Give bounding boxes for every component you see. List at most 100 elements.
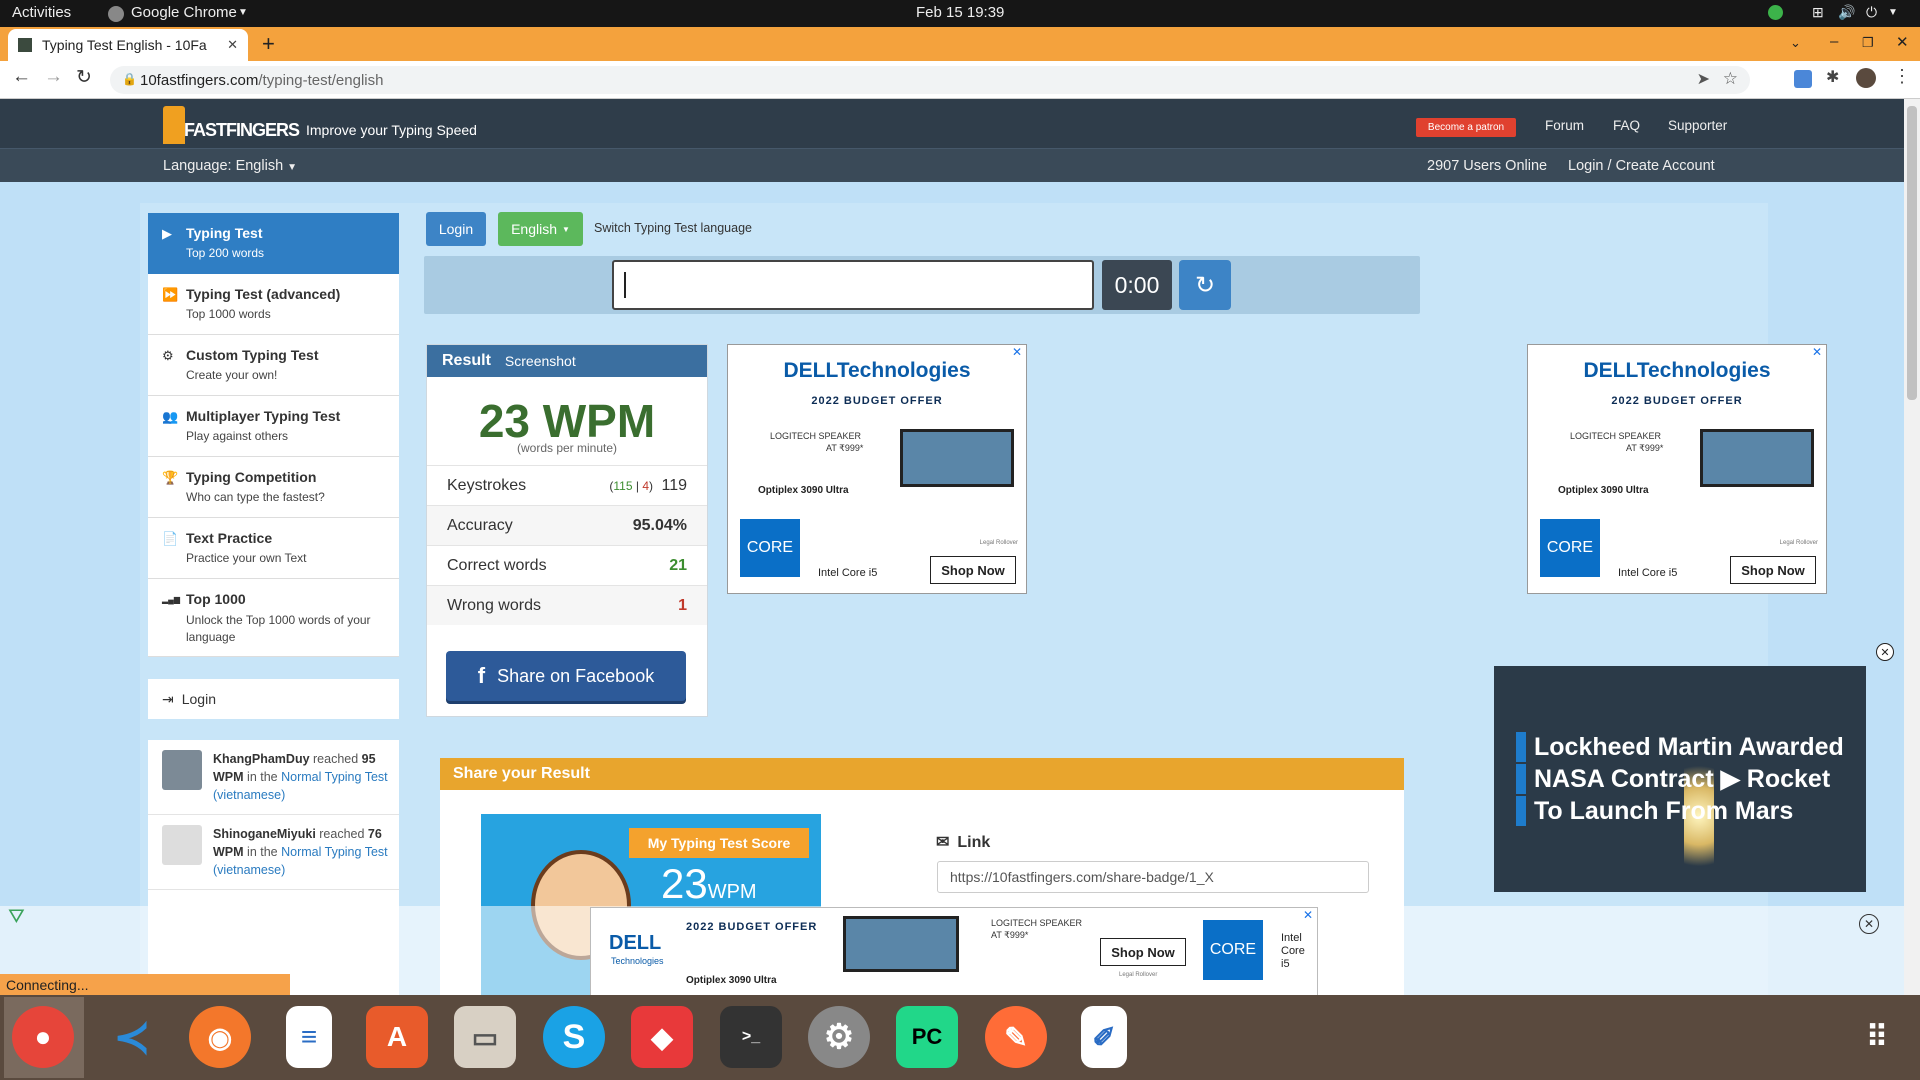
sticky-ad-close-icon[interactable]: ✕ (1859, 914, 1879, 934)
video-close-icon[interactable]: ✕ (1876, 643, 1894, 661)
dell-ad-1[interactable]: DELLTechnologies 2022 BUDGET OFFER LOGIT… (727, 344, 1027, 594)
envelope-icon: ✉ (936, 834, 950, 851)
show-apps-icon[interactable]: ⠿ (1846, 1006, 1908, 1068)
restore-icon[interactable]: ❐ (1862, 35, 1874, 51)
pycharm-dock-icon[interactable]: PC (896, 1006, 958, 1068)
settings-dock-icon[interactable]: ⚙ (808, 1006, 870, 1068)
nav-faq[interactable]: FAQ (1613, 118, 1640, 133)
correct-words-row: Correct words 21 (427, 545, 707, 585)
bookmark-star-icon[interactable]: ☆ (1723, 69, 1738, 89)
browser-tab[interactable]: Typing Test English - 10Fa ✕ (8, 29, 248, 61)
vscode-dock-icon[interactable]: ≺ (101, 1006, 163, 1068)
bottom-ad-close-icon[interactable]: ✕ (1303, 908, 1313, 922)
app-menu[interactable]: Google Chrome (131, 4, 237, 21)
forward-icon[interactable]: → (44, 66, 63, 88)
login-create-link[interactable]: Login / Create Account (1568, 158, 1715, 174)
language-menu[interactable]: Language: English ▼ (163, 158, 297, 174)
files-dock-icon[interactable]: ▭ (454, 1006, 516, 1068)
terminal-dock-icon[interactable]: >_ (720, 1006, 782, 1068)
send-icon[interactable]: ➤ (1697, 69, 1710, 89)
skype-dock-icon[interactable]: S (543, 1006, 605, 1068)
writer-dock-icon[interactable]: ≡ (286, 1006, 332, 1068)
sidebar-item-typing-test[interactable]: ▶ Typing Test Top 200 words (148, 213, 399, 274)
nav-forum[interactable]: Forum (1545, 118, 1584, 133)
bottom-sticky-ad[interactable]: DELL Technologies 2022 BUDGET OFFER Opti… (590, 907, 1318, 997)
bottom-ad-chip: Intel Core i5 (1281, 932, 1305, 970)
network-icon[interactable]: ⊞ (1812, 4, 1824, 21)
facebook-icon: f (477, 663, 486, 688)
firefox-dock-icon[interactable]: ◉ (189, 1006, 251, 1068)
shop-now-button[interactable]: Shop Now (1730, 556, 1816, 584)
logo-mark-icon[interactable] (163, 106, 185, 144)
patron-button[interactable]: Become a patron (1416, 118, 1516, 137)
accuracy-row: Accuracy 95.04% (427, 505, 707, 545)
share-facebook-label: Share on Facebook (497, 665, 655, 686)
caret-down-icon: ▼ (238, 7, 248, 18)
chrome-dock-icon[interactable]: ● (12, 1006, 74, 1068)
sidebar-item-title: Typing Competition (186, 469, 317, 485)
sidebar-item-title: Text Practice (186, 530, 273, 546)
close-tab-icon[interactable]: ✕ (227, 37, 238, 53)
update-status-icon[interactable] (1768, 5, 1783, 20)
ad-brand: DELLTechnologies (783, 359, 971, 382)
anydesk-dock-icon[interactable]: ◆ (631, 1006, 693, 1068)
reload-icon[interactable]: ↻ (76, 66, 92, 89)
extensions-puzzle-icon[interactable]: ✱ (1826, 67, 1839, 87)
login-button[interactable]: Login (426, 212, 486, 246)
sidebar-login[interactable]: ⇥ Login (148, 679, 399, 719)
feed-user[interactable]: KhangPhamDuy (213, 752, 310, 766)
power-icon[interactable]: ⏻ (1866, 4, 1877, 21)
sidebar-item-custom-typing-test[interactable]: ⚙ Custom Typing Test Create your own! (148, 335, 399, 396)
bottom-ad-shop-now[interactable]: Shop Now (1100, 938, 1186, 966)
ad-close-icon[interactable]: ✕ (1012, 345, 1022, 359)
sidebar-item-top-1000[interactable]: ▂▄▆ Top 1000 Unlock the Top 1000 words of … (148, 579, 399, 657)
ad-chip: Intel Core i5 (1618, 567, 1678, 579)
sidebar-item-multiplayer[interactable]: 👥 Multiplayer Typing Test Play against oth… (148, 396, 399, 457)
profile-avatar[interactable] (1856, 68, 1876, 88)
accuracy-value: 95.04% (632, 516, 687, 534)
play-icon[interactable]: ▶ (1721, 765, 1740, 793)
extension-translate-icon[interactable] (1794, 70, 1812, 88)
ad-close-icon[interactable]: ✕ (1812, 345, 1822, 359)
screenshot-tab[interactable]: Screenshot (505, 353, 576, 369)
share-facebook-button[interactable]: f Share on Facebook (446, 651, 686, 701)
system-menu-caret-icon[interactable]: ▼ (1888, 7, 1898, 18)
tab-search-icon[interactable]: ⌄ (1790, 35, 1801, 51)
sidebar-item-text-practice[interactable]: 📄 Text Practice Practice your own Text (148, 518, 399, 579)
shop-now-button[interactable]: Shop Now (930, 556, 1016, 584)
avatar[interactable] (162, 825, 202, 865)
activities-button[interactable]: Activities (12, 4, 71, 21)
video-ad[interactable]: Lockheed Martin Awarded NASA Contract ▶ … (1494, 666, 1866, 892)
address-bar[interactable]: 🔒 10fastfingers.com/typing-test/english … (110, 66, 1750, 94)
refresh-icon[interactable]: ↻ (1179, 260, 1231, 310)
chrome-menu-icon[interactable]: ⋮ (1893, 66, 1911, 87)
sign-in-icon: ⇥ (162, 690, 174, 707)
avatar[interactable] (162, 750, 202, 790)
sidebar-item-typing-test-advanced[interactable]: ⏩ Typing Test (advanced) Top 1000 words (148, 274, 399, 335)
typing-input[interactable] (612, 260, 1094, 310)
feed-user[interactable]: ShinoganeMiyuki (213, 827, 316, 841)
site-logo[interactable]: FASTFINGERS (184, 120, 300, 141)
ad-speaker: LOGITECH SPEAKER (770, 431, 862, 441)
url-path: /typing-test/english (258, 71, 384, 89)
ad-choice-icon[interactable]: ⛛ (8, 906, 25, 929)
language-dropdown[interactable]: English ▼ (498, 212, 583, 246)
video-title-line-2a: NASA Contract (1534, 765, 1714, 793)
scrollbar-thumb[interactable] (1907, 106, 1917, 400)
close-window-icon[interactable]: ✕ (1896, 33, 1909, 51)
software-center-dock-icon[interactable]: A (366, 1006, 428, 1068)
share-link-input[interactable]: https://10fastfingers.com/share-badge/1_… (937, 861, 1369, 893)
back-icon[interactable]: ← (12, 66, 31, 88)
browser-tab-strip (0, 27, 1920, 61)
ad-speaker-price: AT ₹999* (1626, 443, 1664, 453)
new-tab-icon[interactable]: + (262, 31, 275, 57)
text-editor-dock-icon[interactable]: ✐ (1081, 1006, 1127, 1068)
sidebar-item-competition[interactable]: 🏆 Typing Competition Who can type the fast… (148, 457, 399, 518)
keystrokes-label: Keystrokes (447, 476, 527, 494)
minimize-icon[interactable]: – (1830, 33, 1838, 50)
clock[interactable]: Feb 15 19:39 (916, 4, 1004, 21)
postman-dock-icon[interactable]: ✎ (985, 1006, 1047, 1068)
dell-ad-2[interactable]: DELLTechnologies 2022 BUDGET OFFER LOGIT… (1527, 344, 1827, 594)
nav-supporter[interactable]: Supporter (1668, 118, 1727, 133)
volume-icon[interactable]: 🔊 (1838, 4, 1855, 21)
